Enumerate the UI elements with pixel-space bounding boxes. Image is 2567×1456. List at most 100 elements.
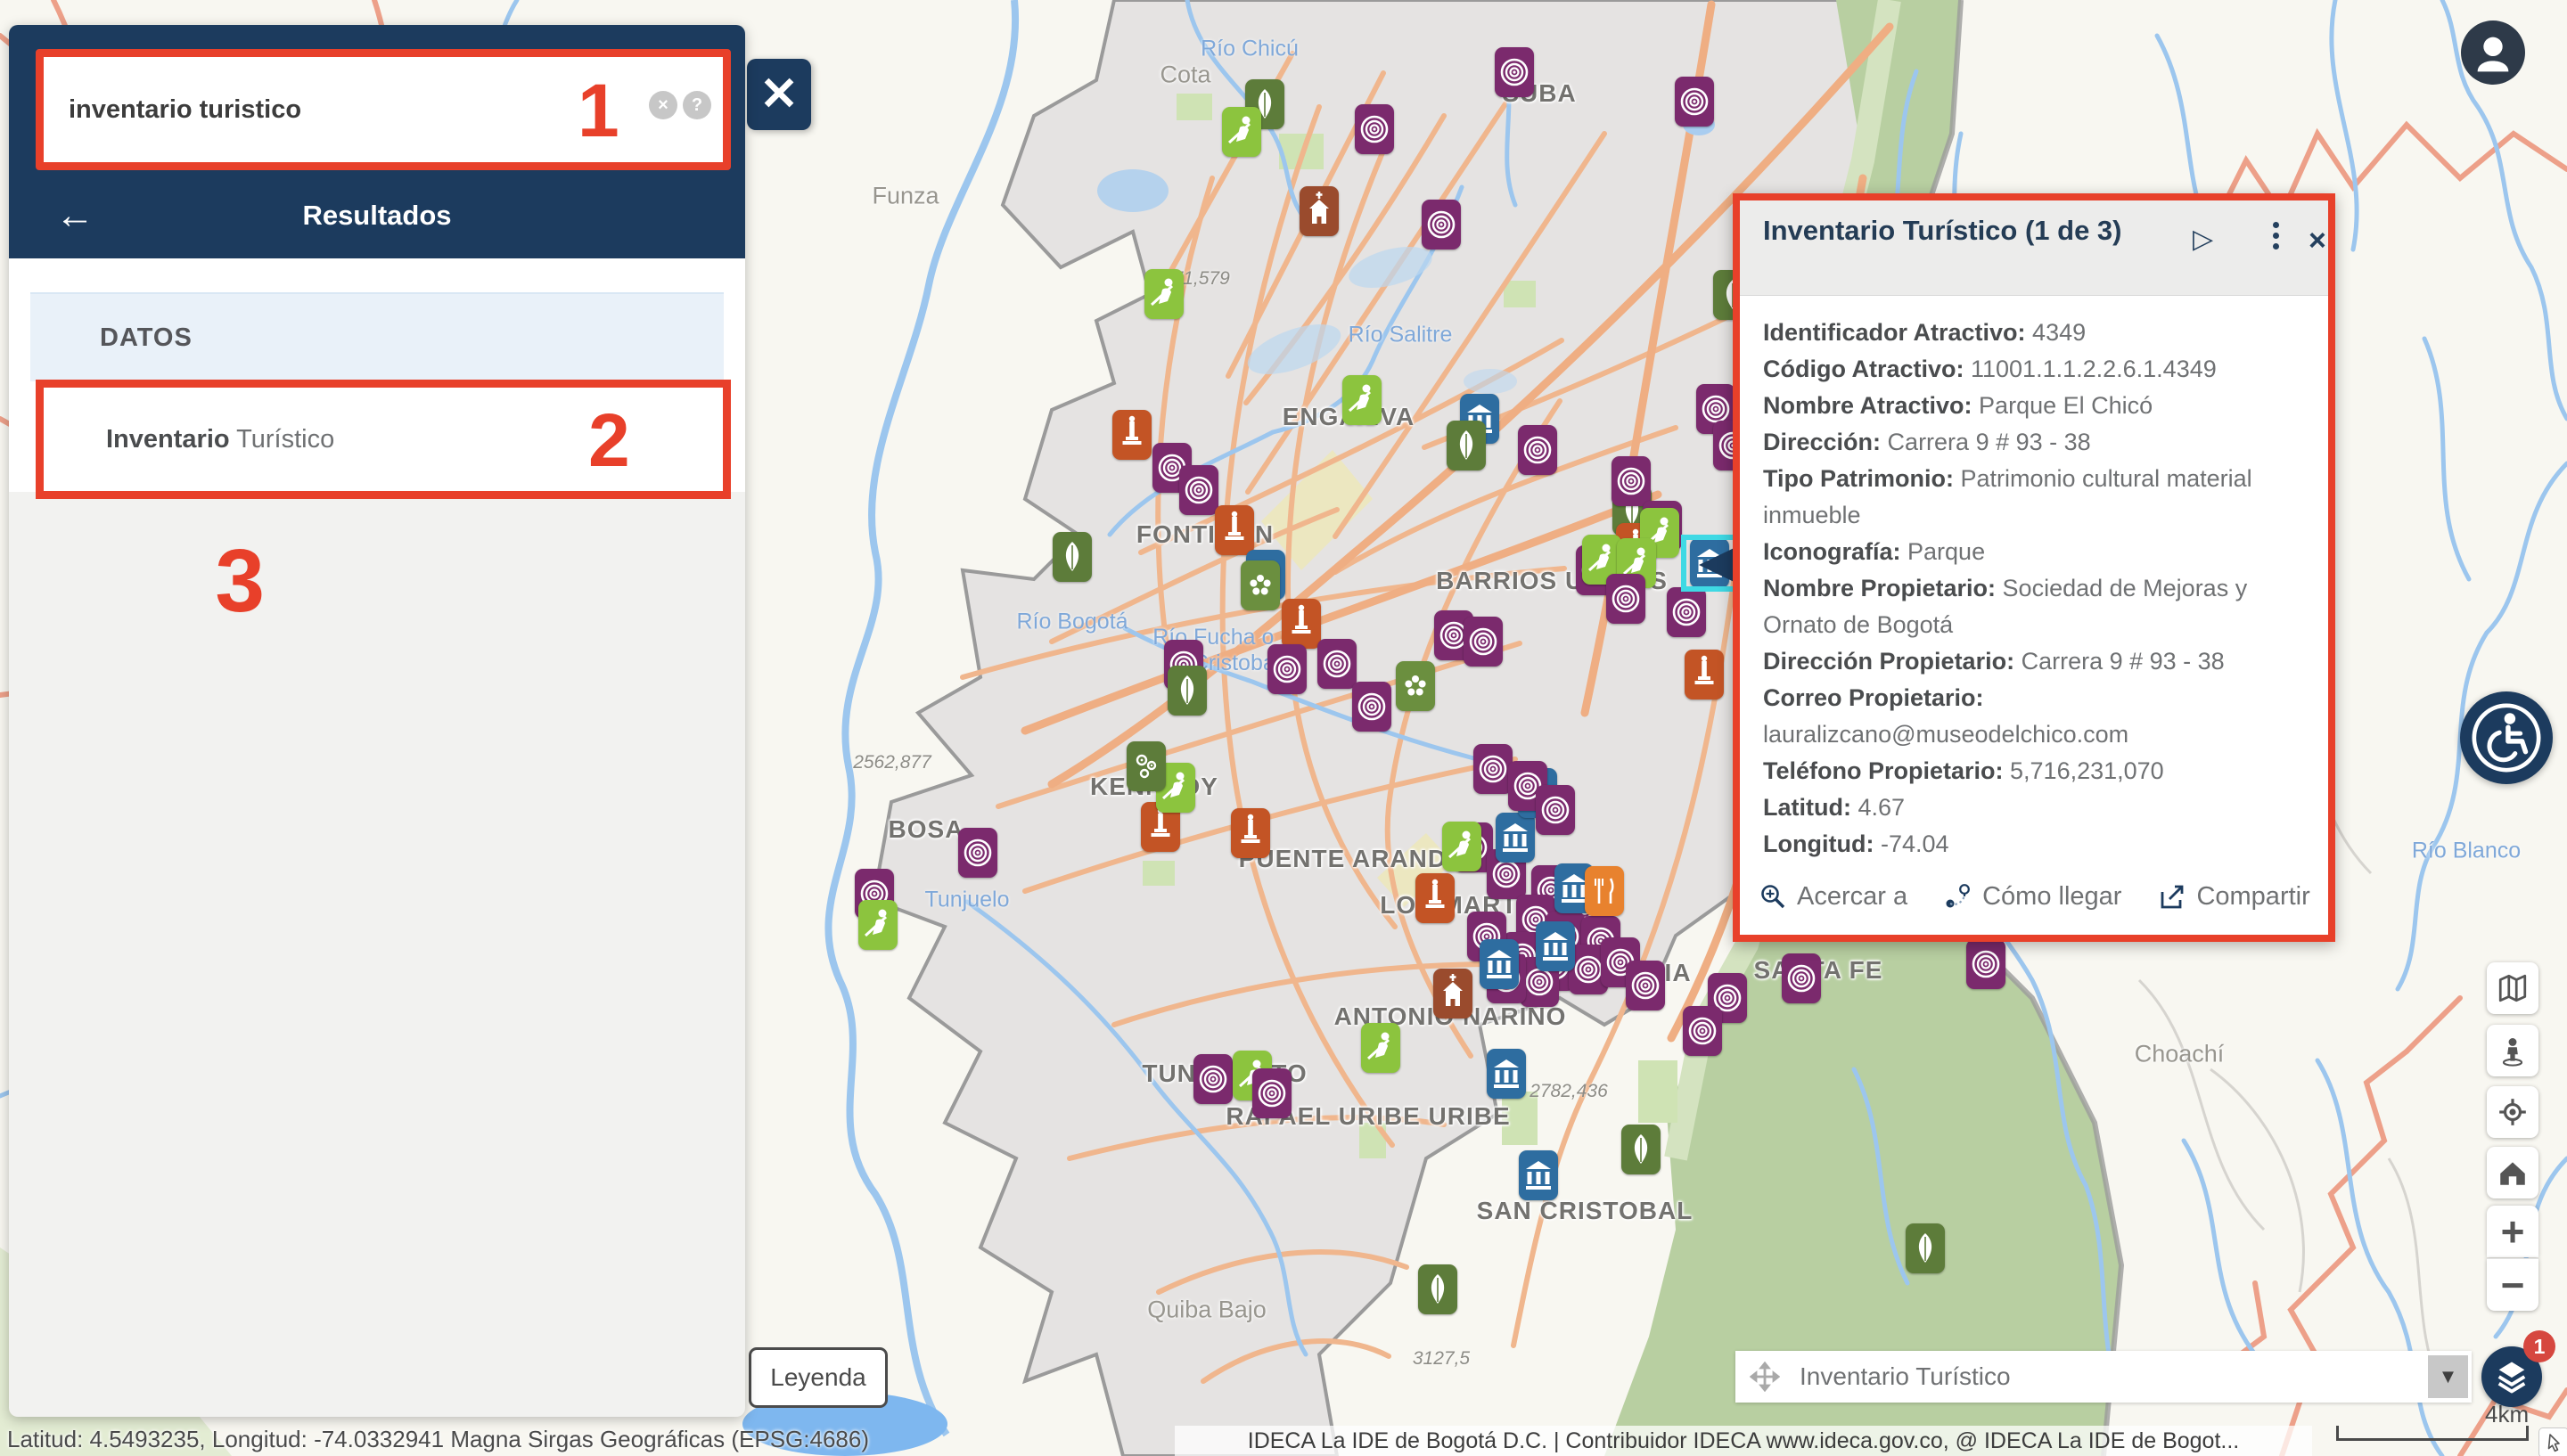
search-input[interactable]	[44, 57, 723, 162]
marker-eco-worker-icon[interactable]	[1144, 269, 1184, 319]
marker-spiral-attraction-icon[interactable]	[1966, 939, 2005, 989]
marker-leaf-park-icon[interactable]	[1906, 1223, 1945, 1273]
home-button[interactable]	[2487, 1147, 2538, 1198]
marker-spiral-attraction-icon[interactable]	[1782, 953, 1821, 1003]
marker-leaf-park-icon[interactable]	[1621, 1125, 1661, 1174]
marker-church-icon[interactable]	[1300, 186, 1339, 236]
results-header: ← Resultados	[9, 173, 745, 258]
zoom-in-button[interactable]: +	[2487, 1206, 2538, 1257]
marker-spiral-attraction-icon[interactable]	[1355, 104, 1394, 154]
map-attribution: IDECA La IDE de Bogotá D.C. | Contribuid…	[1175, 1426, 2312, 1456]
marker-flower-garden-icon[interactable]	[1396, 661, 1435, 711]
marker-spiral-attraction-icon[interactable]	[1626, 961, 1665, 1010]
marker-monument-icon[interactable]	[1112, 410, 1152, 460]
marker-spiral-attraction-icon[interactable]	[1518, 425, 1557, 475]
close-sidebar-button[interactable]: ✕	[747, 59, 811, 130]
user-account-button[interactable]	[2461, 20, 2525, 85]
marker-spiral-attraction-icon[interactable]	[1252, 1068, 1292, 1118]
marker-museum-icon[interactable]	[1536, 921, 1575, 971]
popup-menu-icon[interactable]	[2273, 222, 2279, 249]
marker-spiral-attraction-icon[interactable]	[1606, 574, 1645, 624]
popup-field: Identificador Atractivo: 4349	[1763, 315, 2312, 351]
marker-spiral-attraction-icon[interactable]	[1612, 456, 1651, 506]
share-button[interactable]: Compartir	[2157, 881, 2309, 912]
marker-spiral-attraction-icon[interactable]	[1352, 682, 1391, 732]
popup-field: Tipo Patrimonio: Patrimonio cultural mat…	[1763, 461, 2312, 534]
marker-museum-icon[interactable]	[1519, 1150, 1558, 1200]
marker-spiral-attraction-icon[interactable]	[1495, 47, 1534, 97]
basemap-icon	[2497, 972, 2529, 1004]
results-title: Resultados	[9, 200, 745, 232]
marker-eco-worker-icon[interactable]	[1442, 822, 1481, 871]
marker-leaf-park-icon[interactable]	[1053, 532, 1092, 582]
popup-title: Inventario Turístico (1 de 3)	[1763, 213, 2146, 249]
locate-button[interactable]	[2487, 1086, 2538, 1138]
zoom-to-button[interactable]: Acercar a	[1758, 881, 1907, 912]
marker-spiral-attraction-icon[interactable]	[1267, 644, 1307, 694]
zoom-out-button[interactable]: −	[2487, 1258, 2538, 1311]
marker-leaf-park-icon[interactable]	[1447, 421, 1486, 470]
marker-spiral-attraction-icon[interactable]	[1473, 744, 1513, 794]
active-layer-label: Inventario Turístico	[1800, 1362, 2011, 1391]
popup-field: Longitud: -74.04	[1763, 826, 2312, 863]
marker-spiral-attraction-icon[interactable]	[1464, 617, 1503, 667]
zoom-to-icon	[1758, 881, 1788, 912]
marker-leaf-park-icon[interactable]	[1418, 1264, 1457, 1314]
popup-field: Dirección Propietario: Carrera 9 # 93 - …	[1763, 643, 2312, 680]
marker-spiral-attraction-icon[interactable]	[1193, 1054, 1233, 1104]
minus-icon: −	[2501, 1264, 2525, 1305]
active-layer-bar[interactable]: Inventario Turístico ▼	[1735, 1351, 2472, 1403]
legend-button[interactable]: Leyenda	[749, 1347, 888, 1408]
directions-button[interactable]: Cómo llegar	[1943, 881, 2121, 912]
search-help-icon[interactable]: ?	[683, 91, 711, 119]
feature-popup: Inventario Turístico (1 de 3) ▷ × Identi…	[1733, 193, 2335, 942]
accessibility-button[interactable]	[2460, 691, 2553, 784]
marker-spiral-attraction-icon[interactable]	[1422, 200, 1461, 249]
marker-restaurant-icon[interactable]	[1585, 866, 1624, 916]
marker-monument-icon[interactable]	[1282, 599, 1321, 649]
marker-spiral-attraction-icon[interactable]	[1536, 785, 1575, 835]
marker-eco-worker-icon[interactable]	[858, 900, 898, 950]
marker-eco-worker-icon[interactable]	[1342, 375, 1382, 425]
popup-field: Correo Propietario: lauralizcano@museode…	[1763, 680, 2312, 753]
marker-museum-icon[interactable]	[1487, 1049, 1526, 1099]
marker-industry-icon[interactable]	[1127, 741, 1166, 791]
marker-spiral-attraction-icon[interactable]	[1317, 639, 1357, 689]
layers-icon	[2492, 1357, 2531, 1396]
streetview-button[interactable]	[2487, 1025, 2538, 1076]
marker-spiral-attraction-icon[interactable]	[1179, 465, 1218, 515]
marker-spiral-attraction-icon[interactable]	[958, 828, 997, 878]
app-window: Río ChicúCotaSUBAAltos de SerrezuelaFunz…	[0, 0, 2567, 1456]
marker-leaf-park-icon[interactable]	[1168, 666, 1207, 716]
marker-eco-worker-icon[interactable]	[1361, 1023, 1400, 1073]
annotation-number-1: 1	[578, 68, 619, 154]
marker-church-icon[interactable]	[1433, 969, 1472, 1018]
streetview-person-icon	[2497, 1035, 2529, 1067]
marker-museum-icon[interactable]	[1496, 813, 1535, 863]
marker-flower-garden-icon[interactable]	[1241, 560, 1280, 610]
marker-monument-icon[interactable]	[1215, 505, 1254, 555]
results-section-datos: DATOS	[30, 292, 724, 381]
marker-museum-icon[interactable]	[1480, 939, 1519, 989]
close-popup-icon[interactable]: ×	[2309, 224, 2326, 258]
share-icon	[2157, 881, 2187, 912]
move-handle-icon[interactable]	[1750, 1362, 1780, 1392]
dock-popup-icon[interactable]: ▷	[2193, 224, 2213, 255]
marker-eco-worker-icon[interactable]	[1222, 107, 1261, 157]
marker-monument-icon[interactable]	[1415, 873, 1455, 923]
marker-spiral-attraction-icon[interactable]	[1675, 77, 1714, 127]
marker-monument-icon[interactable]	[1231, 808, 1270, 858]
accessibility-icon	[2468, 699, 2545, 776]
layer-dropdown-button[interactable]: ▼	[2428, 1355, 2468, 1398]
basemap-button[interactable]	[2487, 962, 2538, 1014]
directions-icon	[1943, 881, 1973, 912]
popup-field: Nombre Propietario: Sociedad de Mejoras …	[1763, 570, 2312, 643]
annotation-number-2: 2	[588, 397, 630, 484]
marker-spiral-attraction-icon[interactable]	[1683, 1006, 1722, 1056]
marker-spiral-attraction-icon[interactable]	[1667, 587, 1706, 637]
back-arrow-icon[interactable]: ←	[55, 193, 94, 238]
clear-search-icon[interactable]: ×	[649, 91, 677, 119]
marker-monument-icon[interactable]	[1685, 650, 1724, 699]
plus-icon: +	[2501, 1211, 2525, 1252]
popup-field: Nombre Atractivo: Parque El Chicó	[1763, 388, 2312, 424]
